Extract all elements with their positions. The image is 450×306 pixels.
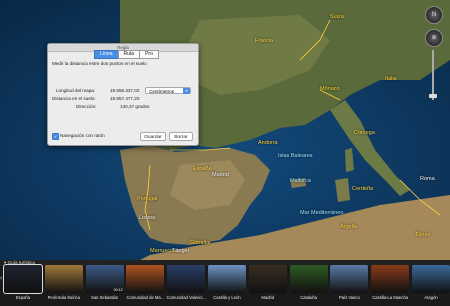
label-francia: Francia: [255, 38, 274, 44]
label-italia: Italia: [385, 76, 397, 82]
label-lisboa: Lisboa: [139, 215, 156, 221]
label-portugal: Portugal: [137, 196, 158, 202]
label-tunez: Túnez: [415, 232, 431, 238]
tour-thumbnail[interactable]: [412, 265, 450, 293]
tour-thumbnail[interactable]: [289, 265, 328, 293]
mouse-nav-checkbox[interactable]: ✓: [52, 133, 59, 140]
tour-thumbnail-label: Castilla-La Mancha: [372, 295, 409, 300]
tour-thumbnail-label: Comunidad Valenci...: [166, 295, 206, 300]
tour-thumbnail-label: España: [15, 295, 31, 300]
label-argelia: Argelia: [340, 224, 358, 230]
tour-thumbnail-label: País Vasco: [338, 295, 360, 300]
save-button[interactable]: Guardar: [140, 132, 166, 141]
tour-thumbnail-label: Cataluña: [300, 295, 317, 300]
zoom-slider-thumb[interactable]: [429, 94, 437, 98]
tour-thumbnail-label: Madrid: [261, 295, 275, 300]
look-joystick-icon[interactable]: ⊕: [425, 29, 443, 47]
scroll-left-icon[interactable]: ‹: [0, 275, 2, 282]
map-length-label: Longitud del mapa:: [56, 88, 96, 93]
tour-thumbnail[interactable]: [44, 265, 83, 293]
tab-pro[interactable]: Pro: [139, 50, 159, 59]
navigation-controls[interactable]: N ⊕: [425, 6, 443, 100]
clear-button[interactable]: Borrar: [169, 132, 193, 141]
tour-thumbnail-label: San Sebastián: [90, 295, 119, 300]
tour-thumbnail-label: Península Ibérica: [47, 295, 80, 300]
label-espana: España: [193, 166, 212, 172]
ground-length-label: Distancia en el suelo:: [52, 96, 96, 101]
instruction-text: Medir la distancia entre dos puntos en e…: [52, 61, 147, 66]
tour-thumbnail[interactable]: [371, 265, 410, 293]
map-length-value: 19.656.337,02: [110, 88, 140, 93]
label-monaco: Mónaco: [320, 86, 340, 92]
zoom-slider[interactable]: [429, 50, 437, 100]
tour-thumbnail[interactable]: [167, 265, 206, 293]
unit-select-value: Centímetros: [149, 89, 175, 94]
tour-thumbnail-label: Comunidad de Ma...: [126, 295, 165, 300]
tour-guide-panel: ▾ Guía turística ‹ › EspañaPenínsula Ibé…: [0, 260, 450, 306]
tour-thumbnail[interactable]: [126, 265, 165, 293]
tour-thumbnail-label: Castilla y León: [213, 295, 241, 300]
direction-label: Dirección:: [76, 104, 97, 109]
label-andorra: Andorra: [258, 140, 278, 146]
label-suiza: Suiza: [330, 14, 344, 20]
tour-thumbnail-label: Aragón: [424, 295, 438, 300]
tour-thumbnail[interactable]: [3, 264, 43, 294]
label-roma: Roma: [420, 176, 435, 182]
ground-length-value: 19.857.477,20: [110, 96, 140, 101]
tour-thumbnail[interactable]: [248, 265, 287, 293]
tour-thumbnail[interactable]: [208, 265, 246, 293]
thumbnail-duration: 00:12: [113, 288, 123, 292]
label-corsica: Córcega: [354, 130, 375, 136]
label-gibraltar: Gibraltar: [190, 240, 212, 246]
tour-thumbnails: ‹ › EspañaPenínsula IbéricaSan Sebastián…: [0, 264, 450, 303]
compass-icon[interactable]: N: [425, 6, 443, 24]
label-mar-med: Mar Mediterráneo: [300, 210, 344, 216]
label-sardinia: Cerdeña: [352, 186, 374, 192]
unit-select[interactable]: Centímetros ▾: [145, 87, 191, 94]
label-islas: Islas Baleares: [278, 153, 313, 159]
tour-thumbnail[interactable]: [330, 265, 369, 293]
ruler-dialog: Regla Línea Ruta Pro Medir la distancia …: [47, 43, 199, 146]
label-tanger: Tánger: [172, 248, 190, 254]
label-mallorca: Mallorca: [290, 178, 311, 184]
chevron-down-icon: ▾: [183, 88, 190, 94]
direction-value: 130,37 grados: [120, 104, 150, 109]
tab-linea[interactable]: Línea: [94, 50, 119, 59]
label-madrid: Madrid: [212, 172, 229, 178]
ruler-tabs: Línea Ruta Pro: [94, 50, 159, 59]
mouse-nav-label: Navegación con ratón: [60, 133, 105, 138]
tab-ruta[interactable]: Ruta: [117, 50, 141, 59]
